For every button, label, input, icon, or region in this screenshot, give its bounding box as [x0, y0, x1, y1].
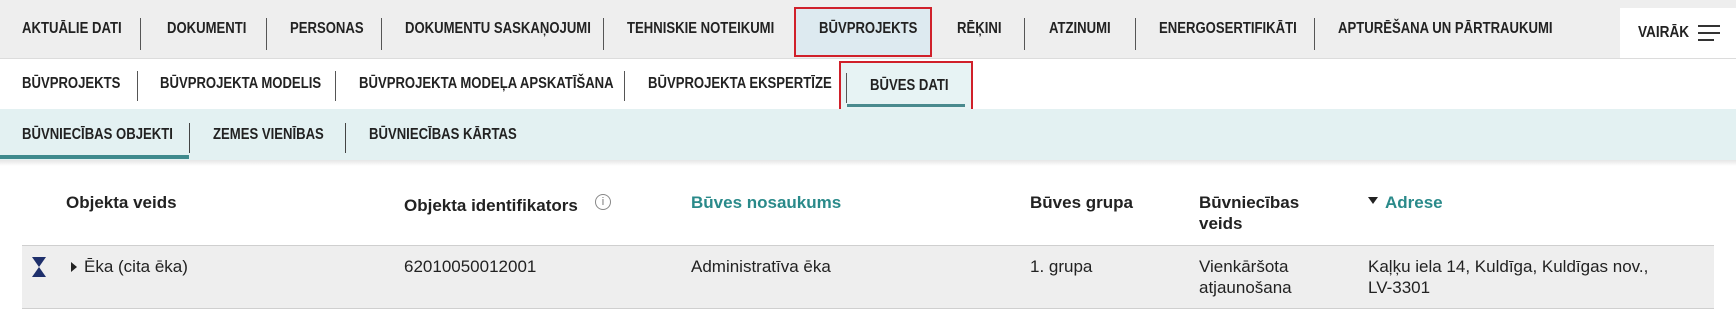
tab3-buvniecibas-kartas[interactable]: BŪVNIECĪBAS KĀRTAS — [369, 109, 517, 160]
tab-atzinumi[interactable]: ATZINUMI — [1049, 0, 1111, 58]
col-header-buves-grupa: Būves grupa — [1030, 193, 1133, 212]
subtab-buvprojekta-modela-apskatisana[interactable]: BŪVPROJEKTA MODEĻA APSKATĪŠANA — [359, 59, 614, 108]
cell-line: LV-3301 — [1368, 278, 1431, 297]
info-icon[interactable]: i — [595, 194, 611, 210]
subtab-buvprojekta-modelis[interactable]: BŪVPROJEKTA MODELIS — [160, 59, 321, 108]
tab-tehniskie-noteikumi[interactable]: TEHNISKIE NOTEIKUMI — [627, 0, 774, 58]
tab-separator — [266, 18, 267, 50]
tab-separator — [345, 123, 346, 153]
tab-dokumentu-saskanojumi[interactable]: DOKUMENTU SASKAŅOJUMI — [405, 0, 591, 58]
cell-line: Vienkāršota — [1199, 257, 1289, 276]
col-header-buves-nosaukums[interactable]: Būves nosaukums — [691, 192, 841, 213]
tab-separator — [137, 71, 138, 101]
cell-line: atjaunošana — [1199, 278, 1292, 297]
tab-buvprojekts[interactable]: BŪVPROJEKTS — [819, 0, 917, 58]
cell-adrese: Kaļķu iela 14, Kuldīga, Kuldīgas nov., L… — [1368, 256, 1648, 298]
tab-apturesana-un-partraukumi[interactable]: APTURĒŠANA UN PĀRTRAUKUMI — [1338, 0, 1553, 58]
subtab-buves-dati[interactable]: BŪVES DATI — [870, 61, 948, 110]
tab-separator — [603, 18, 604, 50]
tab-separator — [189, 123, 190, 153]
top-tab-bar: AKTUĀLIE DATI DOKUMENTI PERSONAS DOKUMEN… — [0, 0, 1736, 59]
expand-row-icon[interactable] — [71, 262, 77, 272]
tab3-buvniecibas-objekti[interactable]: BŪVNIECĪBAS OBJEKTI — [22, 109, 173, 160]
cell-line: Kaļķu iela 14, Kuldīga, Kuldīgas nov., — [1368, 257, 1649, 276]
third-tab-bar: BŪVNIECĪBAS OBJEKTI ZEMES VIENĪBAS BŪVNI… — [0, 109, 1736, 161]
tab-dokumenti[interactable]: DOKUMENTI — [167, 0, 246, 58]
tab3-zemes-vienibas[interactable]: ZEMES VIENĪBAS — [213, 109, 324, 160]
more-label: VAIRĀK — [1638, 24, 1690, 41]
col-header-adrese[interactable]: Adrese — [1385, 192, 1443, 213]
hourglass-icon — [32, 257, 46, 277]
more-menu-button[interactable]: VAIRĀK — [1620, 8, 1736, 58]
tab-separator — [624, 71, 625, 101]
tab-separator — [381, 18, 382, 50]
cell-buves-grupa: 1. grupa — [1030, 257, 1093, 276]
col-header-buvniecibas-veids: Būvniecības veids — [1199, 192, 1299, 234]
col-header-objekta-identifikators: Objekta identifikators — [404, 196, 578, 215]
col-header-objekta-veids: Objekta veids — [66, 193, 177, 212]
subtab-buvprojekta-ekspertize[interactable]: BŪVPROJEKTA EKSPERTĪZE — [648, 59, 832, 108]
col-header-line: veids — [1199, 214, 1243, 233]
cell-objekta-identifikators: 62010050012001 — [404, 257, 537, 276]
tab-separator — [140, 18, 141, 50]
tab-separator — [1135, 18, 1136, 50]
tab-personas[interactable]: PERSONAS — [290, 0, 364, 58]
active-tab3-underline — [0, 155, 189, 159]
row-divider — [22, 308, 1714, 309]
cell-objekta-veids: Ēka (cita ēka) — [84, 257, 188, 276]
tab-separator — [1314, 18, 1315, 50]
cell-buvniecibas-veids: Vienkāršota atjaunošana — [1199, 256, 1292, 298]
tab-rekini[interactable]: RĒĶINI — [957, 0, 1001, 58]
tab-separator — [846, 73, 847, 103]
col-header-line: Būvniecības — [1199, 193, 1300, 212]
tab-aktualie-dati[interactable]: AKTUĀLIE DATI — [22, 0, 122, 58]
tab-separator — [335, 71, 336, 101]
tab-separator — [1024, 18, 1025, 50]
hamburger-icon — [1698, 25, 1720, 41]
subtab-buvprojekts[interactable]: BŪVPROJEKTS — [22, 59, 120, 108]
sort-descending-icon[interactable] — [1368, 197, 1378, 204]
tab-energosertifikati[interactable]: ENERGOSERTIFIKĀTI — [1159, 0, 1297, 58]
subnav-shadow — [0, 160, 1736, 166]
cell-buves-nosaukums: Administratīva ēka — [691, 257, 831, 276]
